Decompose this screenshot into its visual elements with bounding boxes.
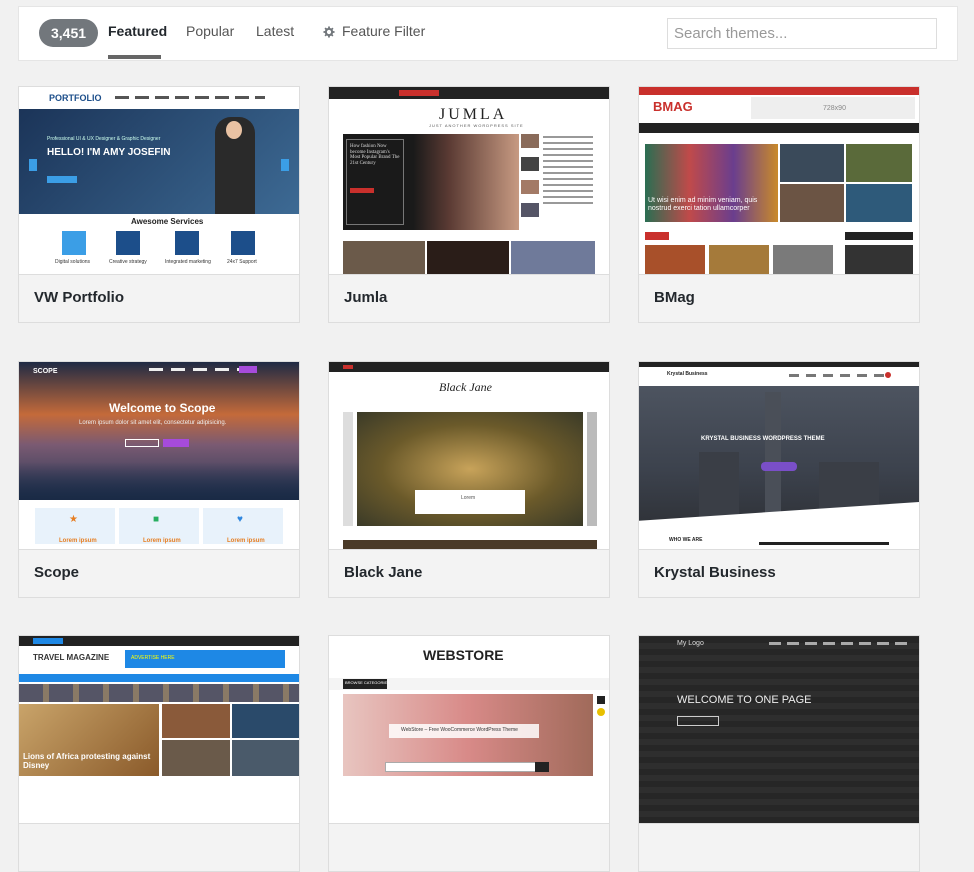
preview-hero: KRYSTAL BUSINESS WORDPRESS THEME (701, 436, 825, 442)
preview-hero: Ut wisi enim ad minim veniam, quis nostr… (648, 197, 758, 212)
preview-service: 24x7 Support (227, 259, 257, 265)
theme-name: Krystal Business (639, 549, 919, 597)
preview-hero: HELLO! I'M AMY JOSEFIN (47, 147, 171, 158)
preview-menu: BROWSE CATEGORIES (345, 680, 390, 685)
theme-card-krystal-business[interactable]: Krystal Business KRYSTAL BUSINESS WORDPR… (638, 361, 920, 598)
feature-filter-button[interactable]: Feature Filter (322, 23, 425, 39)
preview-sub: Lorem ipsum dolor sit amet elit, consect… (79, 420, 227, 426)
preview-item: Lorem ipsum (143, 538, 181, 544)
theme-name (639, 823, 919, 871)
theme-screenshot: Krystal Business KRYSTAL BUSINESS WORDPR… (639, 362, 919, 549)
preview-tagline: Professional UI & UX Designer & Graphic … (47, 136, 161, 142)
preview-service: Digital solutions (55, 259, 91, 265)
preview-logo: Black Jane (439, 380, 492, 394)
preview-logo: SCOPE (33, 368, 58, 375)
theme-screenshot: SCOPE Welcome to Scope Lorem ipsum dolor… (19, 362, 299, 549)
feature-filter-label: Feature Filter (342, 23, 426, 39)
search-themes-input[interactable] (667, 18, 937, 49)
theme-card-webstore[interactable]: WEBSTORE BROWSE CATEGORIES WebStore – Fr… (328, 635, 610, 872)
preview-item: Lorem ipsum (227, 538, 265, 544)
theme-card-jumla[interactable]: JUMLA JUST ANOTHER WORDPRESS SITE How fa… (328, 86, 610, 323)
theme-filter-bar: 3,451 Featured Popular Latest Feature Fi… (18, 6, 958, 61)
tab-latest[interactable]: Latest (256, 23, 294, 39)
theme-name: Jumla (329, 274, 609, 322)
bank-icon: ■ (153, 514, 160, 525)
preview-hero: WELCOME TO ONE PAGE (677, 694, 812, 706)
theme-name: VW Portfolio (19, 274, 299, 322)
theme-screenshot: JUMLA JUST ANOTHER WORDPRESS SITE How fa… (329, 87, 609, 274)
preview-logo: PORTFOLIO (49, 93, 102, 103)
preview-ad: ADVERTISE HERE (131, 655, 175, 661)
preview-service: Integrated marketing (165, 259, 211, 265)
preview-hero: How fashion Now become Instagram's Most … (350, 144, 400, 166)
theme-card-travel-magazine[interactable]: TRAVEL MAGAZINE ADVERTISE HERE Lions of … (18, 635, 300, 872)
theme-card-black-jane[interactable]: Black Jane Lorem Black Jane (328, 361, 610, 598)
preview-logo: TRAVEL MAGAZINE (33, 653, 110, 662)
preview-logo: JUMLA (439, 106, 508, 123)
preview-section: WHO WE ARE (669, 537, 703, 543)
theme-screenshot: Black Jane Lorem (329, 362, 609, 549)
theme-card-bmag[interactable]: BMAG 728x90 Ut wisi enim ad minim veniam… (638, 86, 920, 323)
theme-card-vw-portfolio[interactable]: PORTFOLIO Professional UI & UX Designer … (18, 86, 300, 323)
active-tab-indicator (108, 55, 161, 59)
tab-popular[interactable]: Popular (186, 23, 234, 39)
theme-screenshot: My Logo WELCOME TO ONE PAGE (639, 636, 919, 823)
preview-logo: My Logo (677, 640, 704, 647)
preview-tagline: WebStore – Free WooCommerce WordPress Th… (401, 727, 518, 733)
theme-card-scope[interactable]: SCOPE Welcome to Scope Lorem ipsum dolor… (18, 361, 300, 598)
preview-tagline: JUST ANOTHER WORDPRESS SITE (429, 123, 524, 128)
preview-service: Creative strategy (109, 259, 147, 265)
preview-services-title: Awesome Services (131, 217, 204, 226)
theme-name (329, 823, 609, 871)
trophy-icon: ★ (69, 514, 78, 525)
gear-icon (323, 26, 335, 38)
preview-logo: WEBSTORE (423, 647, 504, 663)
theme-name: Scope (19, 549, 299, 597)
preview-logo: BMAG (653, 99, 693, 114)
preview-hero: Welcome to Scope (109, 401, 216, 415)
theme-screenshot: BMAG 728x90 Ut wisi enim ad minim veniam… (639, 87, 919, 274)
tab-featured[interactable]: Featured (108, 23, 167, 39)
heart-icon: ♥ (237, 514, 243, 525)
theme-card-one-page[interactable]: My Logo WELCOME TO ONE PAGE (638, 635, 920, 872)
preview-item: Lorem ipsum (59, 538, 97, 544)
theme-screenshot: TRAVEL MAGAZINE ADVERTISE HERE Lions of … (19, 636, 299, 823)
theme-count-badge: 3,451 (39, 19, 99, 47)
preview-logo: Krystal Business (667, 371, 708, 377)
preview-banner: 728x90 (823, 105, 846, 112)
theme-name (19, 823, 299, 871)
preview-caption: Lorem (461, 495, 476, 501)
theme-screenshot: PORTFOLIO Professional UI & UX Designer … (19, 87, 299, 274)
preview-hero: Lions of Africa protesting against Disne… (23, 752, 151, 770)
theme-screenshot: WEBSTORE BROWSE CATEGORIES WebStore – Fr… (329, 636, 609, 823)
theme-name: BMag (639, 274, 919, 322)
theme-name: Black Jane (329, 549, 609, 597)
